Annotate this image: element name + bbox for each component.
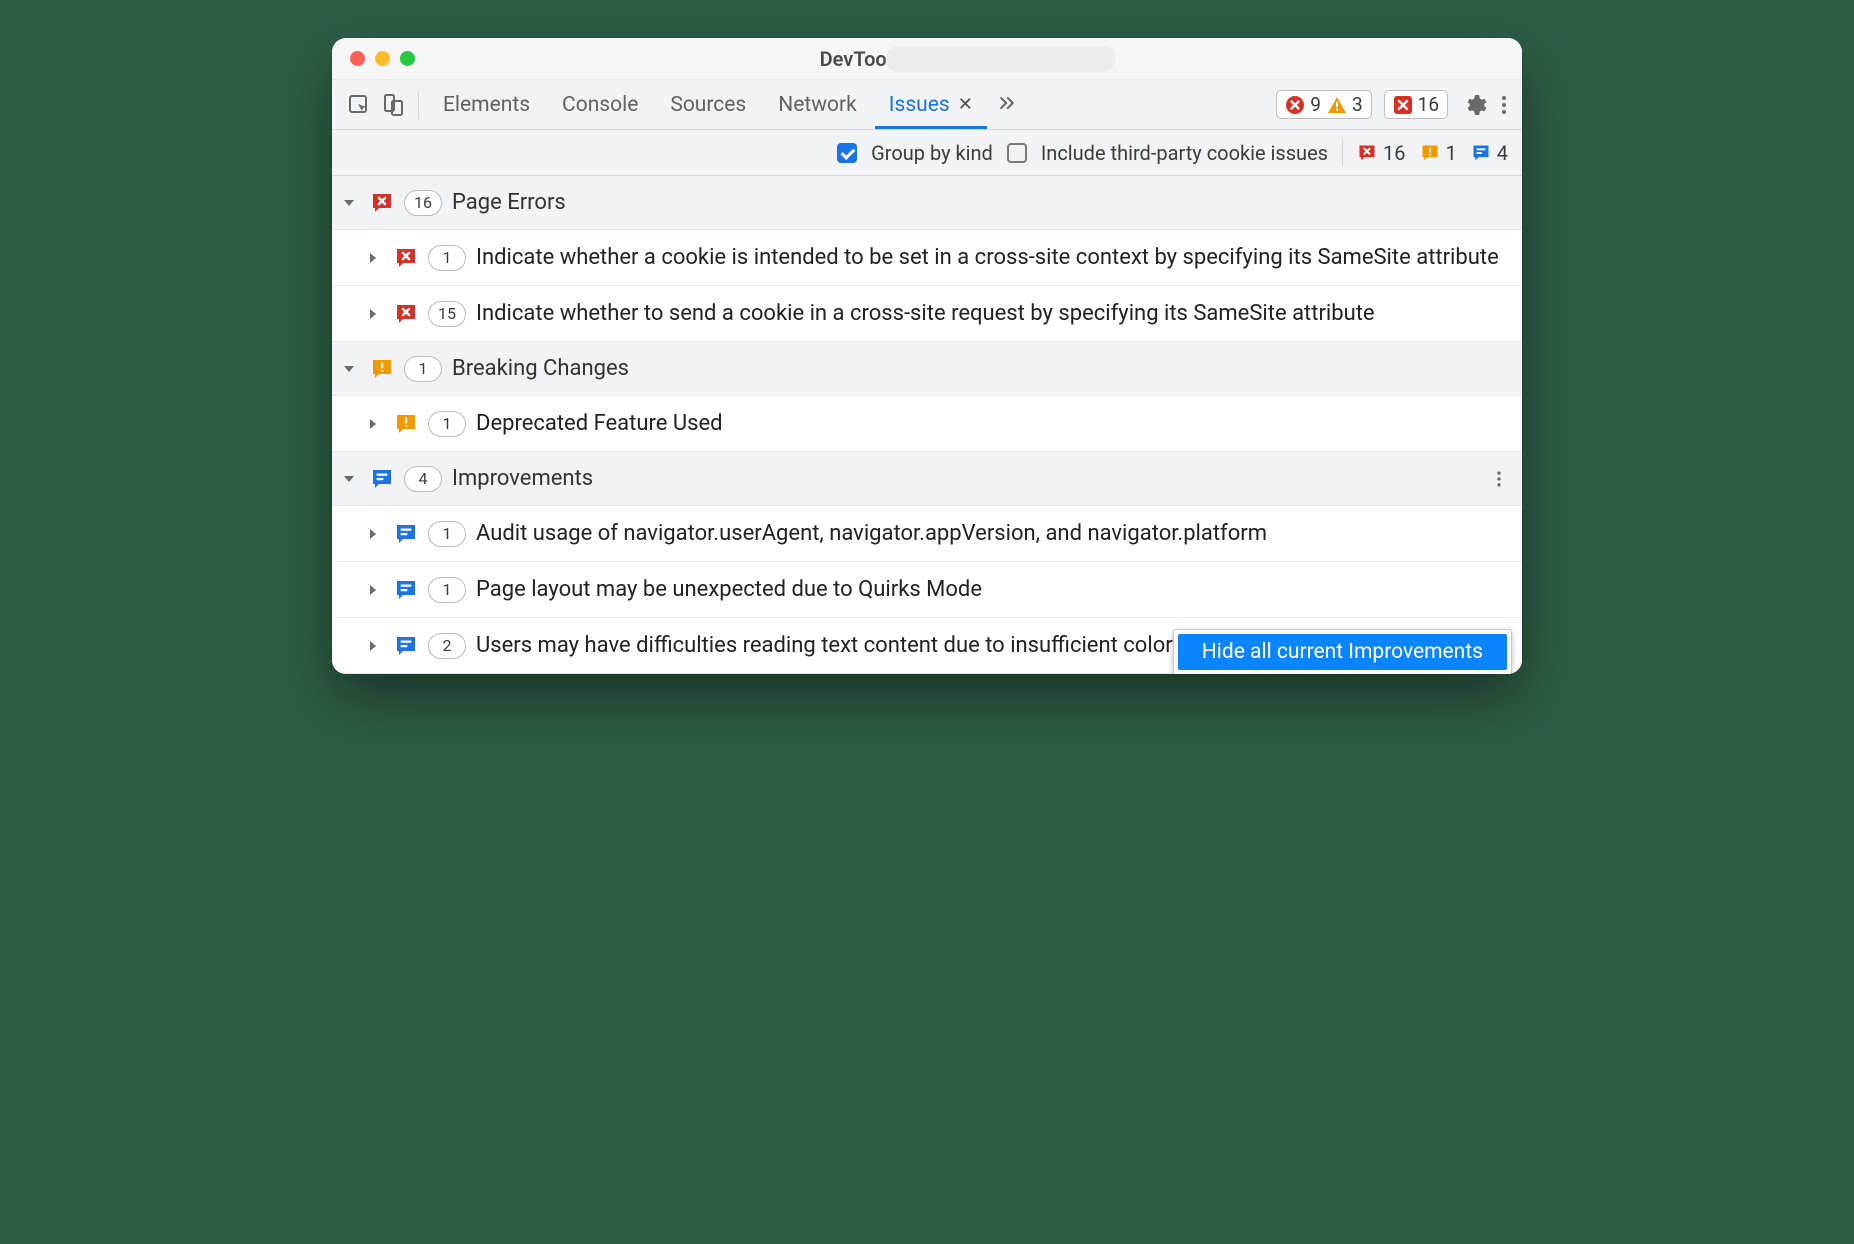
- tab-sources[interactable]: Sources: [656, 80, 760, 129]
- device-icon: [381, 93, 405, 117]
- bubble-warning-icon: [1420, 143, 1440, 163]
- group-header-page-errors[interactable]: 16 Page Errors: [332, 176, 1522, 230]
- issue-error-icon: [1393, 95, 1413, 115]
- caret-right-icon: [362, 523, 384, 545]
- count-badge: 1: [428, 411, 466, 437]
- issue-text: Deprecated Feature Used: [476, 410, 723, 438]
- count-badge: 1: [428, 577, 466, 603]
- include-third-party-checkbox[interactable]: [1007, 143, 1027, 163]
- tab-issues[interactable]: Issues ✕: [875, 80, 987, 129]
- issue-text: Audit usage of navigator.userAgent, navi…: [476, 520, 1267, 548]
- issue-row[interactable]: 15 Indicate whether to send a cookie in …: [332, 286, 1522, 342]
- bubble-info-icon: [394, 578, 418, 602]
- error-icon: [1285, 95, 1305, 115]
- count-badge: 1: [428, 521, 466, 547]
- inspect-icon: [347, 93, 371, 117]
- group-by-kind-label: Group by kind: [871, 141, 993, 165]
- issues-list: 16 Page Errors 1 Indicate whether a cook…: [332, 176, 1522, 674]
- issue-row[interactable]: 1 Deprecated Feature Used: [332, 396, 1522, 452]
- issue-row[interactable]: 1 Page layout may be unexpected due to Q…: [332, 562, 1522, 618]
- issue-text: Indicate whether to send a cookie in a c…: [476, 300, 1375, 328]
- context-menu: Hide all current Improvements: [1173, 629, 1512, 674]
- bubble-info-icon: [394, 634, 418, 658]
- divider: [1342, 140, 1343, 166]
- error-count[interactable]: 16: [1357, 141, 1405, 165]
- main-menu-button[interactable]: [1494, 90, 1514, 120]
- group-label: Breaking Changes: [452, 356, 629, 381]
- tab-console[interactable]: Console: [548, 80, 652, 129]
- caret-down-icon: [338, 192, 360, 214]
- group-label: Page Errors: [452, 190, 566, 215]
- window-controls: [332, 51, 415, 66]
- issue-text: Page layout may be unexpected due to Qui…: [476, 576, 982, 604]
- issues-toolbar: Group by kind Include third-party cookie…: [332, 130, 1522, 176]
- count-badge: 16: [404, 190, 442, 216]
- caret-right-icon: [362, 413, 384, 435]
- tabbar: Elements Console Sources Network Issues …: [332, 80, 1522, 130]
- warning-count[interactable]: 1: [1420, 141, 1457, 165]
- group-menu-button[interactable]: [1486, 463, 1512, 495]
- info-count[interactable]: 4: [1471, 141, 1508, 165]
- issue-text: Users may have difficulties reading text…: [476, 632, 1259, 660]
- caret-down-icon: [338, 358, 360, 380]
- close-tab-icon[interactable]: ✕: [958, 94, 973, 115]
- count-badge: 2: [428, 633, 466, 659]
- titlebar: DevTools: [332, 38, 1522, 80]
- count-badge: 1: [428, 245, 466, 271]
- bubble-warning-icon: [394, 412, 418, 436]
- devtools-window: DevTools Elements Console Sources Networ…: [332, 38, 1522, 674]
- caret-right-icon: [362, 579, 384, 601]
- group-header-improvements[interactable]: 4 Improvements: [332, 452, 1522, 506]
- device-toolbar-button[interactable]: [378, 90, 408, 120]
- group-label: Improvements: [452, 466, 593, 491]
- context-menu-item-hide-improvements[interactable]: Hide all current Improvements: [1178, 634, 1507, 670]
- bubble-error-icon: [1357, 143, 1377, 163]
- warning-icon: [1327, 95, 1347, 115]
- zoom-window-button[interactable]: [400, 51, 415, 66]
- tab-network[interactable]: Network: [764, 80, 871, 129]
- inspect-element-button[interactable]: [344, 90, 374, 120]
- gear-icon: [1463, 93, 1487, 117]
- bubble-info-icon: [1471, 143, 1491, 163]
- close-window-button[interactable]: [350, 51, 365, 66]
- minimize-window-button[interactable]: [375, 51, 390, 66]
- caret-right-icon: [362, 247, 384, 269]
- issue-row[interactable]: 1 Audit usage of navigator.userAgent, na…: [332, 506, 1522, 562]
- bubble-info-icon: [370, 467, 394, 491]
- chevrons-icon: [997, 93, 1017, 113]
- caret-down-icon: [338, 468, 360, 490]
- caret-right-icon: [362, 635, 384, 657]
- caret-right-icon: [362, 303, 384, 325]
- settings-button[interactable]: [1460, 90, 1490, 120]
- more-tabs-button[interactable]: [991, 91, 1023, 119]
- kebab-icon: [1492, 93, 1516, 117]
- bubble-error-icon: [394, 246, 418, 270]
- bubble-info-icon: [394, 522, 418, 546]
- divider: [418, 91, 419, 119]
- count-badge: 4: [404, 466, 442, 492]
- issue-row[interactable]: 1 Indicate whether a cookie is intended …: [332, 230, 1522, 286]
- include-third-party-label: Include third-party cookie issues: [1041, 141, 1328, 165]
- issues-status-chip[interactable]: 16: [1384, 90, 1448, 119]
- group-by-kind-checkbox[interactable]: [837, 143, 857, 163]
- titlebar-url-area: [886, 46, 1116, 72]
- kebab-icon: [1489, 469, 1509, 489]
- bubble-error-icon: [370, 191, 394, 215]
- issue-text: Indicate whether a cookie is intended to…: [476, 244, 1499, 272]
- bubble-error-icon: [394, 302, 418, 326]
- count-badge: 1: [404, 356, 442, 382]
- bubble-warning-icon: [370, 357, 394, 381]
- tab-elements[interactable]: Elements: [429, 80, 544, 129]
- console-status-chip[interactable]: 9 3: [1276, 90, 1371, 119]
- group-header-breaking-changes[interactable]: 1 Breaking Changes: [332, 342, 1522, 396]
- count-badge: 15: [428, 301, 466, 327]
